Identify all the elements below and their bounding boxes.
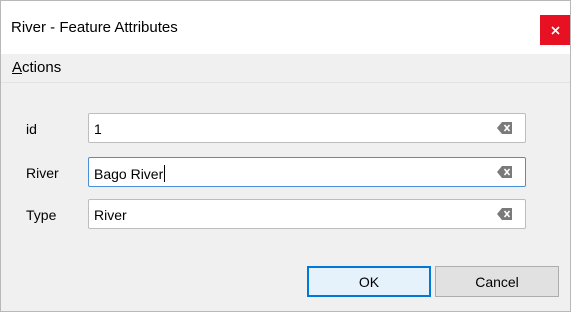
type-field[interactable]: River	[88, 199, 526, 229]
cancel-button[interactable]: Cancel	[435, 266, 559, 297]
menu-actions[interactable]: Actions	[12, 59, 61, 76]
menu-actions-label: ctions	[22, 59, 62, 76]
menu-actions-mnemonic: A	[12, 59, 23, 76]
title-bar[interactable]: River - Feature Attributes	[1, 1, 570, 53]
river-field[interactable]: Bago River	[88, 157, 526, 187]
window-title: River - Feature Attributes	[11, 19, 178, 36]
menu-bar: Actions	[1, 54, 570, 83]
feature-attributes-dialog: River - Feature Attributes Actions id 1 …	[0, 0, 571, 312]
field-label-river: River	[26, 165, 59, 181]
clear-backspace-icon[interactable]	[497, 121, 513, 135]
id-field-value: 1	[94, 121, 102, 137]
type-field-value: River	[94, 207, 127, 223]
clear-backspace-icon[interactable]	[497, 207, 513, 221]
attributes-form: id 1 River Bago River Type River OK Canc…	[1, 83, 570, 311]
text-caret	[164, 165, 166, 182]
close-button[interactable]	[540, 15, 570, 45]
clear-backspace-icon[interactable]	[497, 165, 513, 179]
river-field-text: Bago River	[94, 166, 164, 182]
field-label-type: Type	[26, 207, 57, 223]
id-field[interactable]: 1	[88, 113, 526, 143]
river-field-value: Bago River	[94, 165, 166, 182]
close-icon	[550, 25, 560, 35]
field-label-id: id	[26, 121, 37, 137]
ok-button[interactable]: OK	[307, 266, 431, 297]
